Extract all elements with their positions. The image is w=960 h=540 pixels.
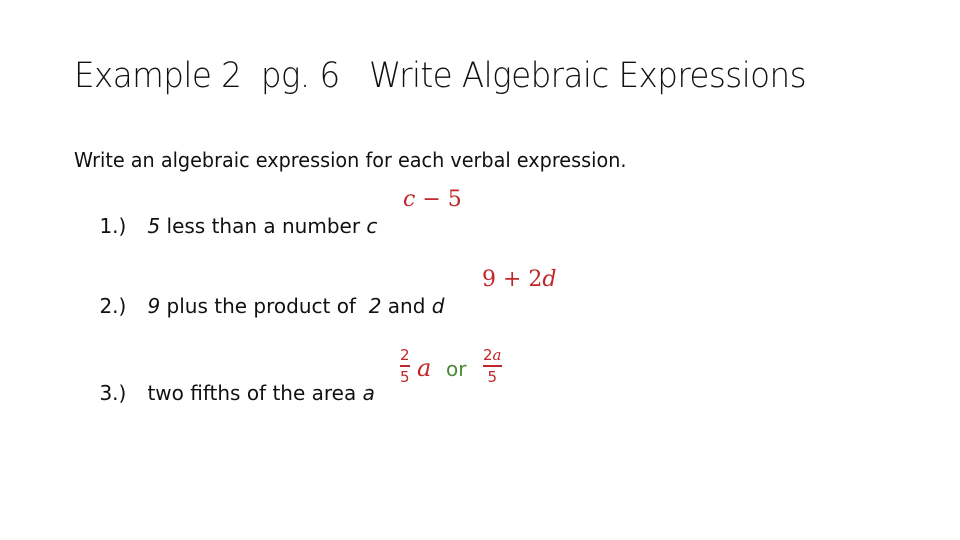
item-text-variable: c xyxy=(366,214,378,238)
item-text-number: 9 xyxy=(147,294,161,318)
item-number: 3.) xyxy=(99,381,127,405)
item-text: two fifths of the area xyxy=(147,381,363,405)
fraction-denominator: 5 xyxy=(487,367,498,386)
list-item: 3.) two fifths of the area a xyxy=(74,357,375,429)
fraction-two-a-over-five: 2a 5 xyxy=(483,347,502,385)
numerator-number: 2 xyxy=(483,346,493,364)
answer-operator: − xyxy=(415,187,448,212)
item-number: 2.) xyxy=(99,294,127,318)
answer-expression: 9 + 2d xyxy=(482,267,557,292)
fraction-numerator: 2 xyxy=(400,346,410,364)
item-number: 1.) xyxy=(99,214,127,238)
item-text-number: 5 xyxy=(147,214,161,238)
numerator-variable: a xyxy=(492,346,502,364)
list-item: 2.) 9 plus the product of 2 and d xyxy=(74,270,444,342)
item-text: and xyxy=(381,294,432,318)
fraction-bar xyxy=(400,365,410,367)
fraction-numerator: 2a xyxy=(483,347,502,363)
instruction-text: Write an algebraic expression for each v… xyxy=(74,148,627,172)
item-text-number: 2 xyxy=(368,294,382,318)
item-text-variable: d xyxy=(431,294,445,318)
fraction-bar xyxy=(483,365,502,367)
item-text: less than a number xyxy=(160,214,367,238)
answer-constant: 9 + 2 xyxy=(482,267,543,292)
fraction-two-fifths: 2 5 xyxy=(400,347,410,385)
item-text-variable: a xyxy=(362,381,375,405)
slide-title: Example 2 pg. 6 Write Algebraic Expressi… xyxy=(74,56,807,96)
connector-or: or xyxy=(446,357,467,381)
answer-constant: 5 xyxy=(447,187,462,212)
list-item: 1.) 5 less than a number c xyxy=(74,190,377,262)
answer-variable: c xyxy=(403,187,416,212)
item-text: plus the product of xyxy=(160,294,369,318)
fraction-denominator: 5 xyxy=(400,367,410,386)
answer-variable: d xyxy=(542,267,557,292)
answer-variable: a xyxy=(417,354,432,382)
answer-expression: c − 5 xyxy=(403,187,462,212)
